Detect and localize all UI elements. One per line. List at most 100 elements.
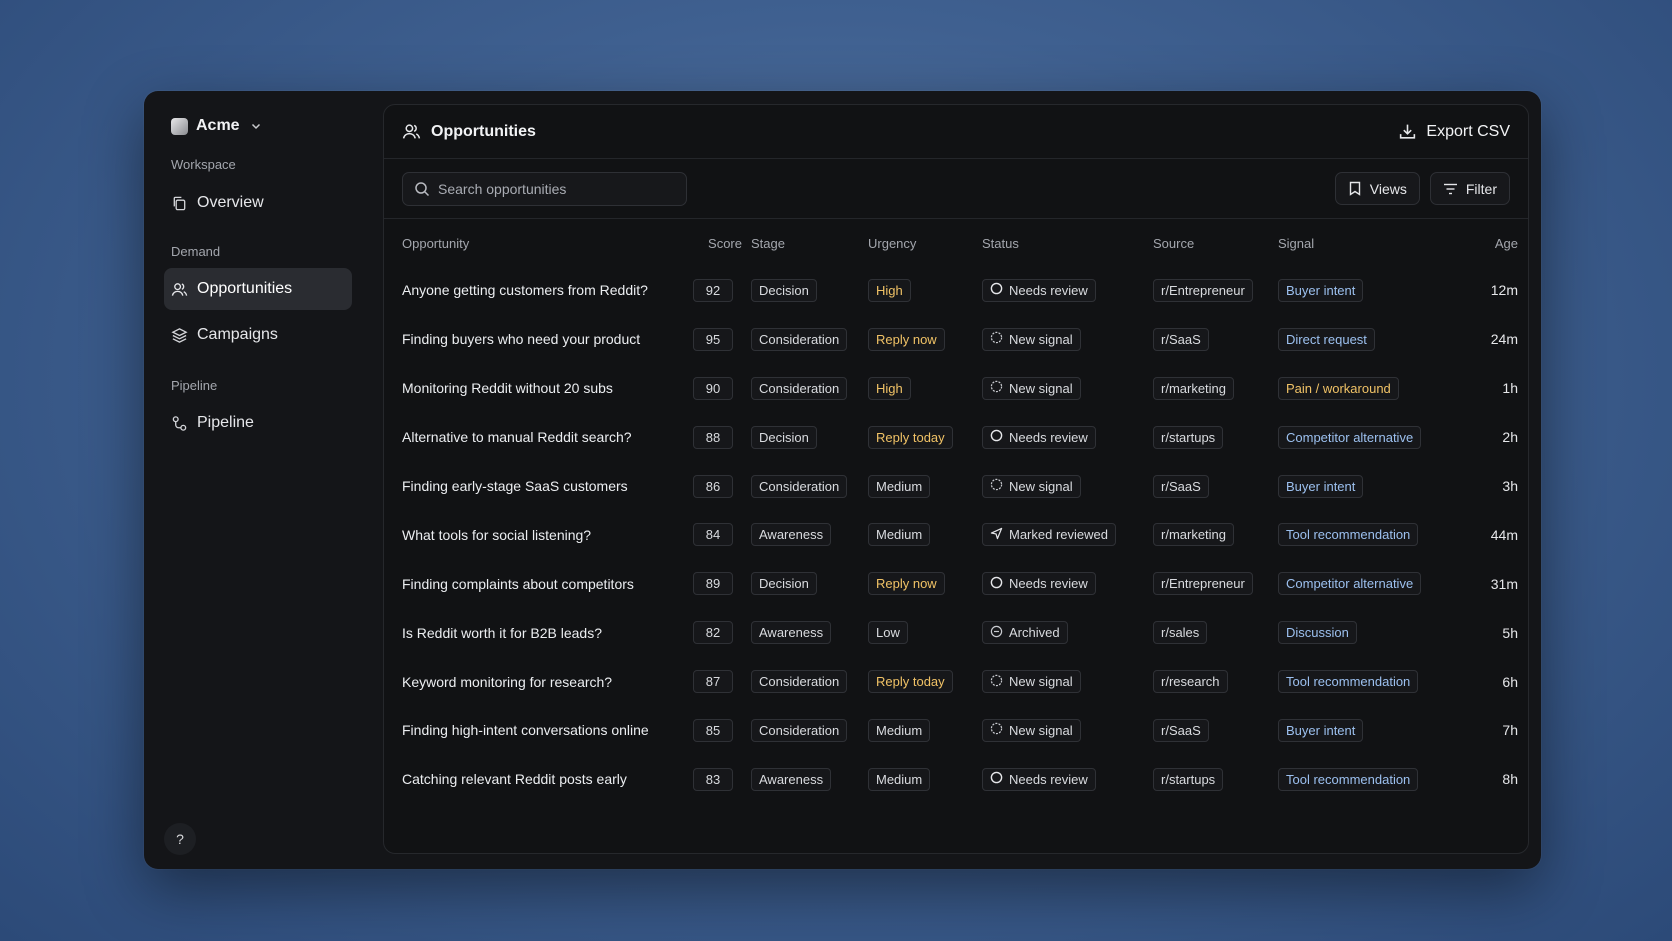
- opportunities-table: Opportunity Score Stage Urgency Status S…: [384, 219, 1528, 804]
- source-badge: r/SaaS: [1153, 718, 1209, 742]
- urgency-badge: Medium: [868, 767, 931, 791]
- table-row[interactable]: Catching relevant Reddit posts early 83 …: [384, 755, 1528, 804]
- score-badge: 95: [693, 327, 733, 351]
- column-header-urgency[interactable]: Urgency: [868, 219, 982, 266]
- status-label: New signal: [1009, 722, 1073, 738]
- help-button[interactable]: ?: [164, 823, 196, 855]
- column-header-source[interactable]: Source: [1153, 219, 1278, 266]
- export-csv-label: Export CSV: [1426, 122, 1510, 140]
- status-badge: Needs review: [982, 572, 1096, 596]
- group-label-demand: Demand: [171, 244, 221, 259]
- table-row[interactable]: Finding complaints about competitors 89 …: [384, 559, 1528, 608]
- table-row[interactable]: Is Reddit worth it for B2B leads? 82 Awa…: [384, 608, 1528, 657]
- stage-badge: Awareness: [751, 523, 832, 547]
- new-signal-icon: [990, 674, 1003, 686]
- signal-badge: Buyer intent: [1278, 718, 1364, 742]
- column-header-opportunity[interactable]: Opportunity: [384, 219, 693, 266]
- opportunity-title: Finding complaints about competitors: [402, 575, 634, 592]
- age-text: 12m: [1490, 282, 1518, 299]
- signal-badge: Tool recommendation: [1278, 670, 1419, 694]
- column-header-score[interactable]: Score: [693, 219, 742, 266]
- table-row[interactable]: Monitoring Reddit without 20 subs 90 Con…: [384, 364, 1528, 413]
- app-window: Acme Workspace Overview Demand Opportuni…: [144, 91, 1541, 869]
- layers-icon: [171, 327, 188, 343]
- workspace-name: Acme: [196, 117, 240, 134]
- main-panel: Opportunities Export CSV Views Filter: [383, 104, 1529, 854]
- table-row[interactable]: What tools for social listening? 84 Awar…: [384, 510, 1528, 559]
- status-label: Needs review: [1009, 282, 1088, 298]
- stage-badge: Consideration: [751, 327, 848, 351]
- stage-badge: Consideration: [751, 670, 848, 694]
- users-icon: [402, 124, 421, 139]
- source-badge: r/startups: [1153, 425, 1224, 449]
- column-header-signal[interactable]: Signal: [1278, 219, 1458, 266]
- urgency-badge: Medium: [868, 718, 931, 742]
- new-signal-icon: [990, 381, 1003, 393]
- opportunity-title: Anyone getting customers from Reddit?: [402, 282, 648, 299]
- column-header-status[interactable]: Status: [982, 219, 1153, 266]
- table-row[interactable]: Finding early-stage SaaS customers 86 Co…: [384, 462, 1528, 511]
- opportunity-title: Finding early-stage SaaS customers: [402, 478, 628, 494]
- pipeline-icon: [172, 415, 187, 431]
- table-row[interactable]: Anyone getting customers from Reddit? 92…: [384, 266, 1528, 315]
- sidebar-item-label: Pipeline: [197, 414, 254, 431]
- score-badge: 90: [693, 376, 733, 400]
- status-badge: Needs review: [982, 425, 1096, 449]
- signal-badge: Tool recommendation: [1278, 767, 1419, 791]
- column-header-stage[interactable]: Stage: [742, 219, 868, 266]
- sidebar-item-opportunities[interactable]: Opportunities: [164, 268, 352, 310]
- search-box: [402, 171, 687, 206]
- send-icon: [990, 527, 1003, 540]
- table-row[interactable]: Finding high-intent conversations online…: [384, 706, 1528, 755]
- views-label: Views: [1369, 180, 1407, 197]
- source-badge: r/marketing: [1153, 523, 1235, 547]
- opportunity-title: Monitoring Reddit without 20 subs: [402, 380, 613, 397]
- new-signal-icon: [990, 332, 1003, 344]
- needs-review-icon: [990, 429, 1003, 442]
- views-button[interactable]: Views: [1334, 172, 1420, 205]
- filter-label: Filter: [1465, 180, 1497, 197]
- table-row[interactable]: Alternative to manual Reddit search? 88 …: [384, 413, 1528, 462]
- page-title: Opportunities: [402, 122, 536, 141]
- bookmark-icon: [1349, 181, 1360, 196]
- toolbar: Views Filter: [384, 159, 1528, 219]
- page-header: Opportunities Export CSV: [384, 105, 1528, 159]
- age-text: 2h: [1502, 429, 1518, 446]
- filter-button[interactable]: Filter: [1429, 172, 1510, 205]
- status-label: New signal: [1009, 478, 1073, 494]
- score-badge: 85: [693, 718, 733, 742]
- sidebar-item-label: Campaigns: [197, 326, 278, 343]
- column-header-age[interactable]: Age: [1458, 219, 1528, 266]
- copy-icon: [173, 196, 186, 210]
- age-text: 3h: [1502, 478, 1518, 494]
- signal-badge: Competitor alternative: [1278, 572, 1422, 596]
- status-badge: New signal: [982, 327, 1081, 351]
- sidebar-item-overview[interactable]: Overview: [164, 182, 352, 224]
- status-badge: Needs review: [982, 278, 1096, 302]
- sidebar-item-campaigns[interactable]: Campaigns: [164, 314, 352, 356]
- export-csv-button[interactable]: Export CSV: [1398, 122, 1510, 141]
- download-icon: [1400, 124, 1416, 139]
- urgency-badge: High: [868, 376, 911, 400]
- table-row[interactable]: Finding buyers who need your product 95 …: [384, 315, 1528, 364]
- status-badge: New signal: [982, 474, 1081, 498]
- workspace-switcher[interactable]: Acme: [171, 113, 262, 139]
- urgency-badge: High: [868, 278, 911, 302]
- age-text: 7h: [1502, 722, 1518, 739]
- table-row[interactable]: Keyword monitoring for research? 87 Cons…: [384, 657, 1528, 706]
- stage-badge: Awareness: [751, 767, 832, 791]
- urgency-badge: Low: [868, 621, 908, 645]
- status-badge: New signal: [982, 718, 1081, 742]
- status-label: New signal: [1009, 331, 1073, 347]
- source-badge: r/startups: [1153, 767, 1224, 791]
- status-label: New signal: [1009, 380, 1073, 396]
- group-label-pipeline: Pipeline: [171, 378, 218, 393]
- search-input[interactable]: [438, 180, 668, 197]
- sidebar-item-pipeline[interactable]: Pipeline: [164, 402, 352, 444]
- source-badge: r/Entrepreneur: [1153, 278, 1253, 302]
- opportunity-title: Is Reddit worth it for B2B leads?: [402, 624, 602, 641]
- sidebar-item-label: Opportunities: [197, 280, 293, 297]
- stage-badge: Consideration: [751, 474, 848, 498]
- status-label: Needs review: [1009, 429, 1088, 445]
- score-badge: 89: [693, 572, 733, 596]
